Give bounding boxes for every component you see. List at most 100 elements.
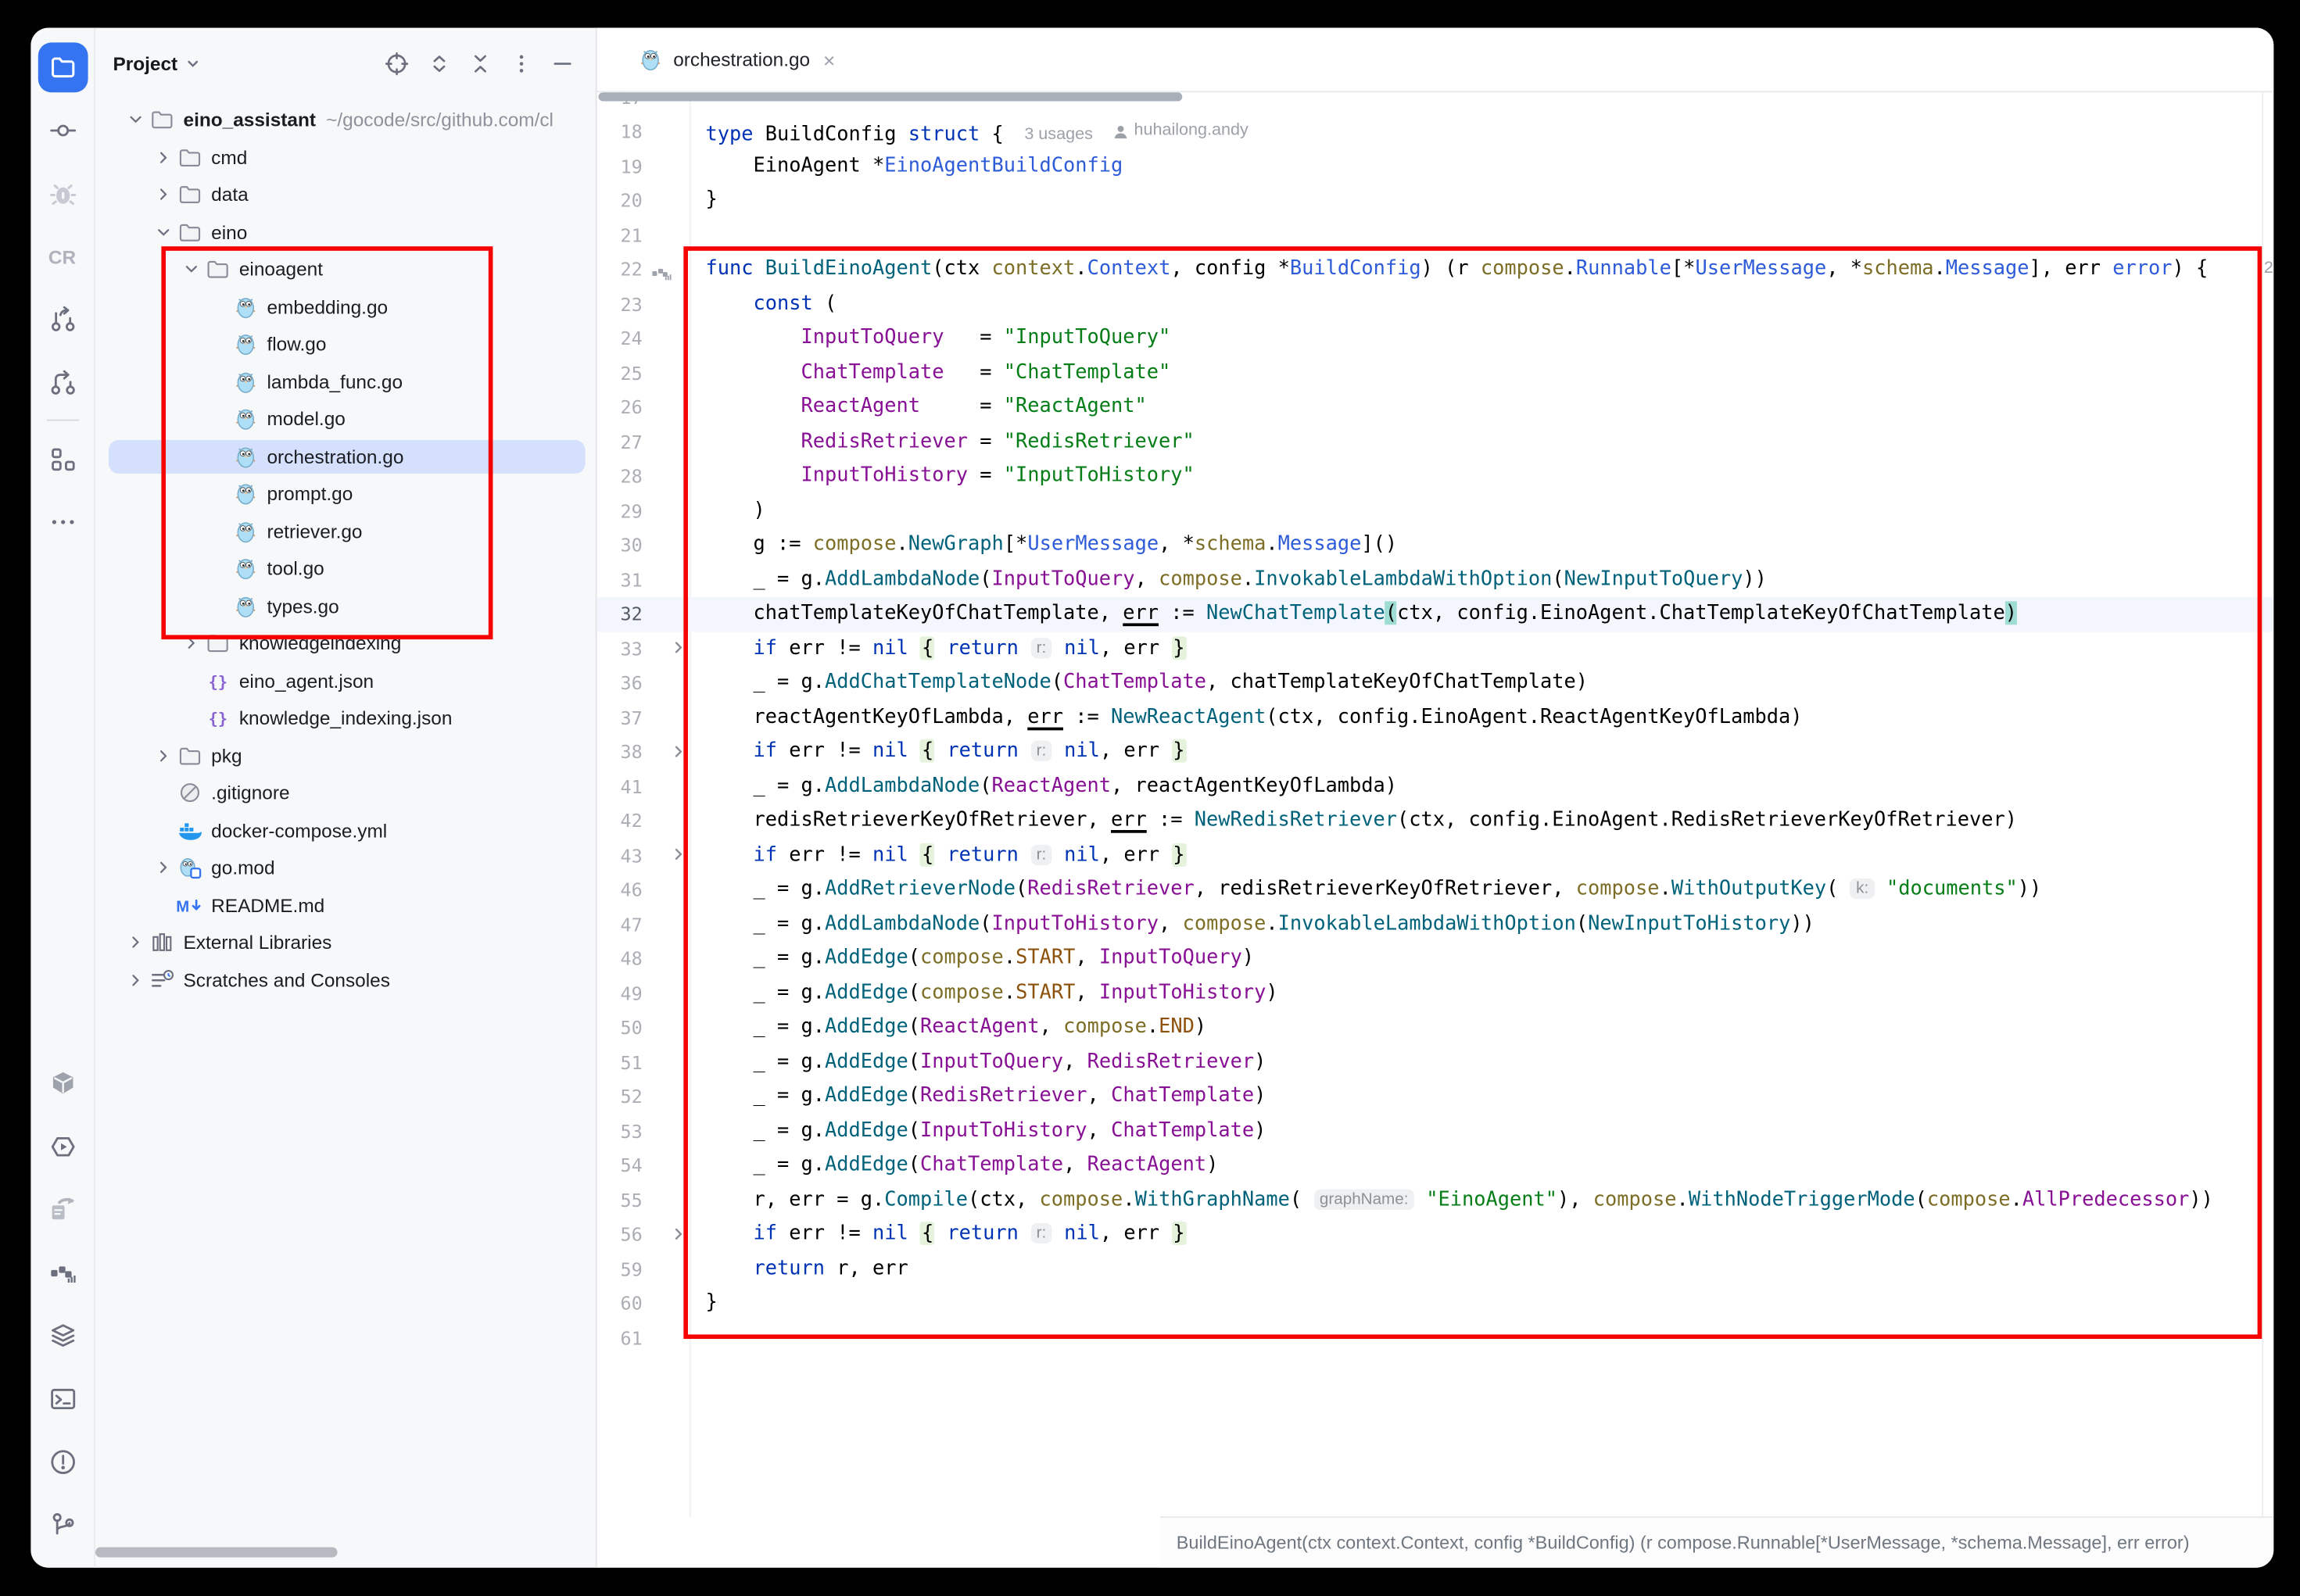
activity-terminal-button[interactable]	[30, 1367, 94, 1430]
tab-close-icon[interactable]: ×	[823, 49, 835, 70]
panel-collapse-all-icon[interactable]	[469, 52, 491, 74]
code-line-18: 18type BuildConfig struct { 3 usageshuha…	[596, 115, 2273, 149]
activity-git-branch-button[interactable]	[30, 1493, 94, 1556]
activity-commit-button[interactable]	[30, 98, 94, 162]
tree-item-flow-go[interactable]: flow.go	[94, 326, 596, 363]
activity-debug-button[interactable]	[30, 161, 94, 224]
chevron-right-icon[interactable]	[122, 967, 149, 993]
tree-item-model-go[interactable]: model.go	[94, 400, 596, 438]
tree-item-data[interactable]: data	[94, 176, 596, 213]
tree-item-tool-go[interactable]: tool.go	[94, 550, 596, 588]
activity-package-cube-button[interactable]	[30, 1051, 94, 1115]
chevron-right-icon[interactable]	[149, 181, 176, 208]
tree-item-eino-assistant[interactable]: eino_assistant~/gocode/src/github.com/cl	[94, 101, 596, 138]
chevron-right-icon[interactable]	[149, 743, 176, 769]
panel-more-vertical-icon[interactable]	[511, 52, 532, 74]
project-panel-title[interactable]: Project	[113, 52, 177, 74]
code-line-27: 27 RedisRetriever = "RedisRetriever"	[596, 425, 2273, 460]
line-number: 42	[596, 804, 643, 839]
tree-item-prompt-go[interactable]: prompt.go	[94, 475, 596, 513]
activity-problems-button[interactable]	[30, 1430, 94, 1493]
code-line-text: r, err = g.Compile(ctx, compose.WithGrap…	[705, 1183, 2212, 1218]
tree-item-types-go[interactable]: types.go	[94, 587, 596, 624]
tree-item-docker-compose-yml[interactable]: docker-compose.yml	[94, 812, 596, 850]
fold-expand-icon[interactable]	[668, 741, 688, 761]
go-file-icon	[232, 593, 257, 618]
tab-orchestration-go[interactable]: orchestration.go ×	[638, 28, 835, 91]
code-line-60: 60}	[596, 1286, 2273, 1321]
chevron-down-icon[interactable]	[185, 55, 202, 71]
project-panel-hscrollbar[interactable]	[95, 1547, 338, 1557]
panel-hide-icon[interactable]	[551, 52, 573, 74]
tab-active-indicator[interactable]	[599, 92, 1183, 100]
code-line-32: 32 chatTemplateKeyOfChatTemplate, err :=…	[596, 597, 2273, 632]
activity-profiler-button[interactable]	[30, 1240, 94, 1304]
code-line-text: _ = g.AddEdge(ChatTemplate, ReactAgent)	[705, 1149, 1218, 1183]
tree-item-label: model.go	[267, 408, 345, 430]
activity-structure-button[interactable]	[30, 427, 94, 490]
chevron-spacer	[206, 481, 232, 507]
tree-item-go-mod[interactable]: go.mod	[94, 849, 596, 886]
code-line-text: return r, err	[705, 1252, 908, 1286]
activity-services-button[interactable]	[30, 1115, 94, 1178]
tree-item-orchestration-go[interactable]: orchestration.go	[94, 438, 596, 475]
line-number: 32	[596, 597, 643, 632]
tree-item-retriever-go[interactable]: retriever.go	[94, 513, 596, 550]
panel-expand-all-icon[interactable]	[428, 52, 450, 74]
tree-item-label: Scratches and Consoles	[184, 969, 390, 991]
line-number: 43	[596, 839, 643, 873]
fold-expand-icon[interactable]	[668, 638, 688, 658]
chevron-right-icon[interactable]	[149, 144, 176, 170]
code-line-41: 41 _ = g.AddLambdaNode(ReactAgent, react…	[596, 770, 2273, 804]
chevron-spacer	[206, 406, 232, 432]
fold-expand-icon[interactable]	[668, 844, 688, 864]
chevron-down-icon[interactable]	[149, 219, 176, 245]
code-line-text: InputToQuery = "InputToQuery"	[705, 321, 1170, 356]
code-editor[interactable]: 1718type BuildConfig struct { 3 usageshu…	[596, 28, 2273, 1518]
code-line-30: 30 g := compose.NewGraph[*UserMessage, *…	[596, 528, 2273, 563]
code-line-36: 36 _ = g.AddChatTemplateNode(ChatTemplat…	[596, 666, 2273, 700]
panel-locate-icon[interactable]	[385, 51, 410, 76]
activity-code-review-button[interactable]: CR	[30, 224, 94, 288]
chevron-spacer	[149, 818, 176, 844]
fold-expand-icon[interactable]	[668, 1223, 688, 1244]
tree-item-cmd[interactable]: cmd	[94, 138, 596, 176]
activity-run-anything-button[interactable]	[30, 1178, 94, 1241]
tree-item-lambda-func-go[interactable]: lambda_func.go	[94, 363, 596, 400]
activity-git-fetch-button[interactable]	[30, 350, 94, 413]
activity-layers-button[interactable]	[30, 1304, 94, 1367]
chevron-right-icon[interactable]	[149, 854, 176, 881]
chevron-down-icon[interactable]	[122, 106, 149, 133]
code-line-text: const (	[705, 287, 837, 321]
svg-text:{}: {}	[208, 710, 227, 728]
tree-item-pkg[interactable]: pkg	[94, 737, 596, 775]
activity-project-folder-button[interactable]	[30, 35, 94, 98]
tree-item-eino-agent-json[interactable]: {}eino_agent.json	[94, 662, 596, 700]
code-line-text: ChatTemplate = "ChatTemplate"	[705, 356, 1170, 390]
chevron-right-icon[interactable]	[177, 630, 204, 657]
activity-more-horizontal-button[interactable]	[30, 490, 94, 553]
chevron-down-icon[interactable]	[177, 256, 204, 283]
tree-item-eino[interactable]: eino	[94, 213, 596, 251]
activity-pull-requests-button[interactable]	[30, 288, 94, 351]
docker-file-icon	[177, 818, 202, 843]
chevron-right-icon[interactable]	[122, 929, 149, 956]
author-inlay: huhailong.andy	[1113, 115, 1249, 149]
tree-item-knowledgeindexing[interactable]: knowledgeindexing	[94, 624, 596, 662]
code-line-21: 21	[596, 218, 2273, 252]
tree-item-label: retriever.go	[267, 521, 362, 542]
debug-icon	[48, 178, 77, 208]
tree-item-readme-md[interactable]: MREADME.md	[94, 886, 596, 924]
tree-item-scratches-and-consoles[interactable]: Scratches and Consoles	[94, 961, 596, 999]
tree-item--gitignore[interactable]: .gitignore	[94, 775, 596, 812]
folder-icon	[177, 182, 202, 207]
code-line-text: _ = g.AddEdge(RedisRetriever, ChatTempla…	[705, 1079, 1266, 1114]
tree-item-external-libraries[interactable]: External Libraries	[94, 924, 596, 961]
tree-item-embedding-go[interactable]: embedding.go	[94, 288, 596, 326]
line-number: 36	[596, 666, 643, 700]
chevron-spacer	[206, 592, 232, 619]
line-number: 46	[596, 873, 643, 907]
tree-item-einoagent[interactable]: einoagent	[94, 251, 596, 288]
code-line-25: 25 ChatTemplate = "ChatTemplate"	[596, 356, 2273, 390]
tree-item-knowledge-indexing-json[interactable]: {}knowledge_indexing.json	[94, 700, 596, 737]
